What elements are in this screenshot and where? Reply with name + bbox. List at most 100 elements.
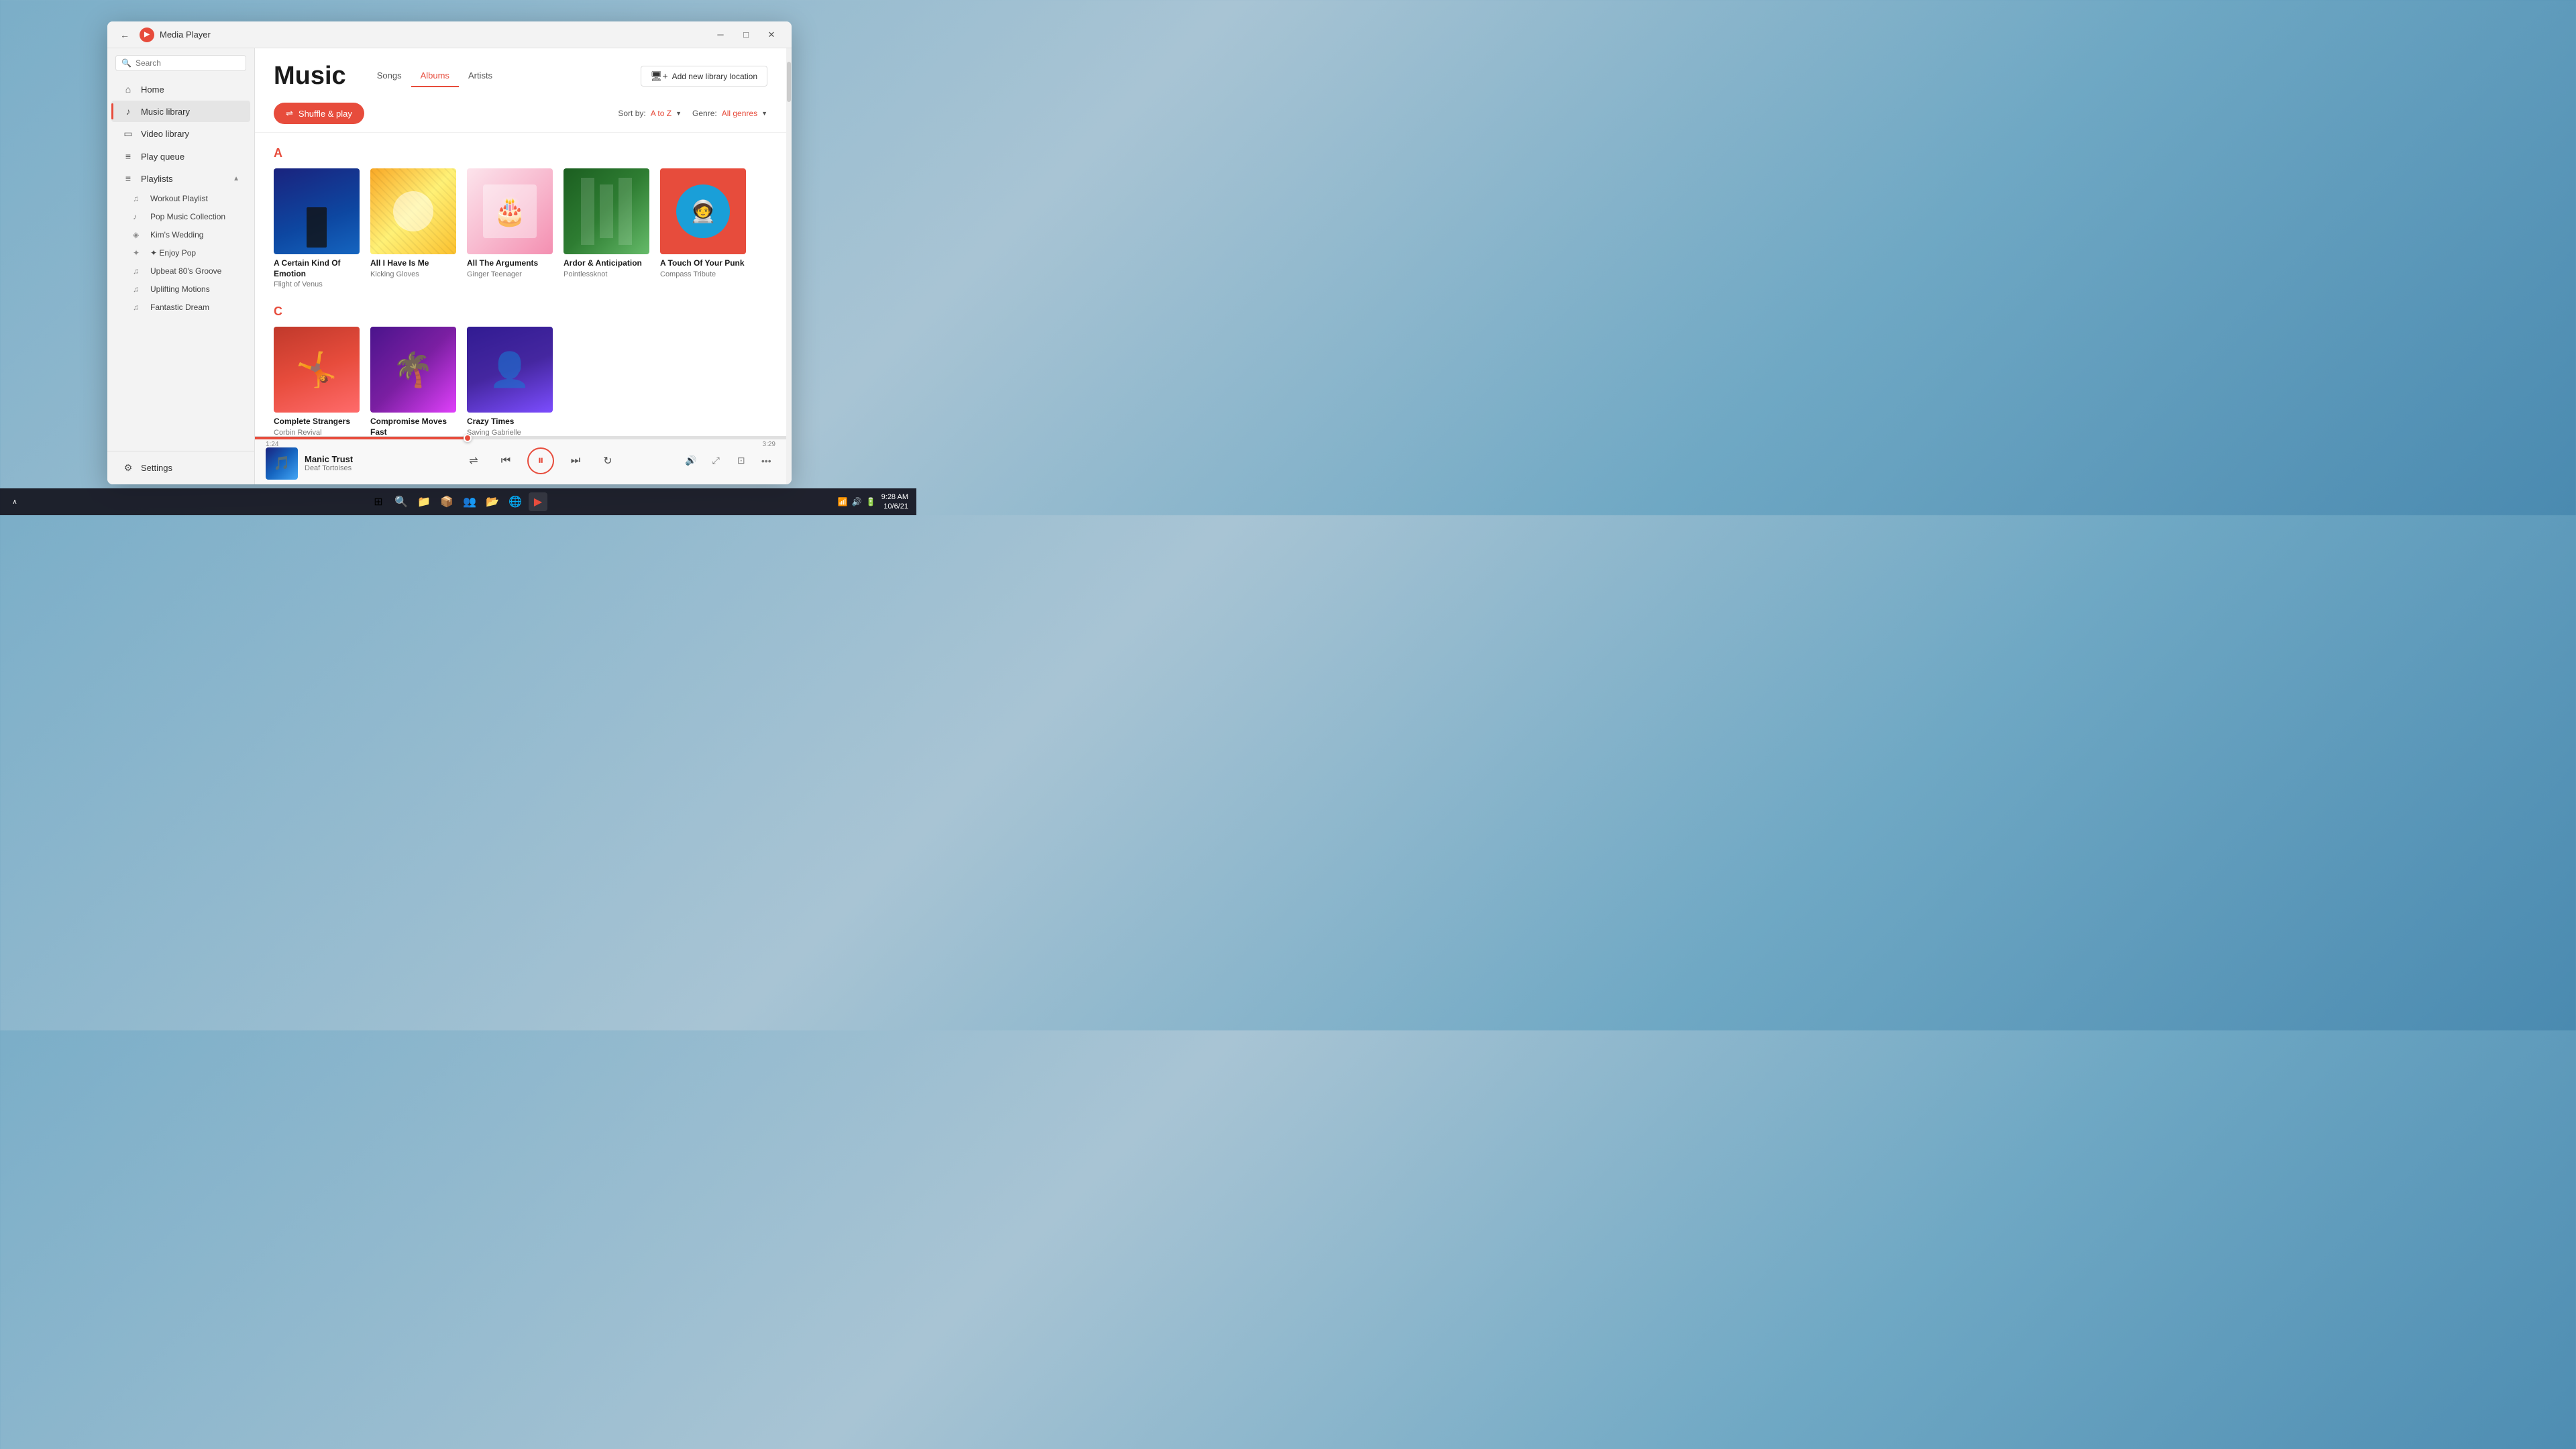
sort-by-selector[interactable]: Sort by: A to Z ▼ <box>618 109 682 118</box>
add-library-icon: 🖥+ <box>651 70 668 82</box>
album-all-i-have[interactable]: All I Have Is Me Kicking Gloves <box>370 168 456 288</box>
start-button[interactable]: ⊞ <box>369 492 388 511</box>
album-title-compromise: Compromise Moves Fast <box>370 417 456 436</box>
repeat-button[interactable]: ↻ <box>597 450 619 472</box>
album-artist-ardor: Pointlessknot <box>564 270 649 278</box>
taskbar-teams-icon: 👥 <box>463 495 476 508</box>
album-all-arguments[interactable]: 🎂 All The Arguments Ginger Teenager <box>467 168 553 288</box>
progress-thumb[interactable] <box>464 434 472 442</box>
taskbar-search-icon: 🔍 <box>394 495 408 508</box>
video-library-icon: ▭ <box>122 128 134 140</box>
sidebar-item-settings[interactable]: ⚙ Settings <box>115 457 246 479</box>
window-title: Media Player <box>160 30 708 40</box>
genre-chevron-icon: ▼ <box>761 110 767 117</box>
album-ardor[interactable]: Ardor & Anticipation Pointlessknot <box>564 168 649 288</box>
scrollbar-thumb[interactable] <box>787 62 791 102</box>
genre-selector[interactable]: Genre: All genres ▼ <box>692 109 767 118</box>
track-name: Manic Trust <box>305 454 353 464</box>
content-tabs: Songs Albums Artists <box>368 65 502 87</box>
taskbar-folder-button[interactable]: 📂 <box>483 492 502 511</box>
sort-genre-row: Sort by: A to Z ▼ Genre: All genres ▼ <box>618 109 767 118</box>
albums-area: A A Certain Kind Of Emotion Flight of Ve… <box>255 133 786 436</box>
workout-playlist-icon: ♫ <box>133 194 144 203</box>
album-info-ardor: Ardor & Anticipation Pointlessknot <box>564 258 649 278</box>
track-thumbnail: 🎵 <box>266 447 298 480</box>
sidebar-item-music-library[interactable]: ♪ Music library <box>111 101 250 122</box>
minimize-button[interactable]: ─ <box>708 25 733 44</box>
window-controls: ─ □ ✕ <box>708 25 784 44</box>
taskbar-folder-icon: 📂 <box>486 495 499 508</box>
upbeat-80s-icon: ♫ <box>133 266 144 276</box>
album-crazy-times[interactable]: 👤 Crazy Times Saving Gabrielle <box>467 327 553 436</box>
taskbar-edge-button[interactable]: 🌐 <box>506 492 525 511</box>
sidebar-item-uplifting[interactable]: ♫ Uplifting Motions <box>111 280 250 298</box>
music-library-icon: ♪ <box>122 106 134 117</box>
close-button[interactable]: ✕ <box>759 25 784 44</box>
more-button[interactable]: ••• <box>757 451 776 470</box>
playlists-icon: ≡ <box>122 173 134 184</box>
maximize-button[interactable]: □ <box>734 25 758 44</box>
playlists-chevron-icon: ▲ <box>233 175 239 182</box>
sidebar-item-playlists[interactable]: ≡ Playlists ▲ <box>111 168 250 189</box>
next-button[interactable]: ⏭ <box>565 450 586 472</box>
play-queue-label: Play queue <box>141 152 184 162</box>
taskbar-media-button[interactable]: ▶ <box>529 492 547 511</box>
pause-button[interactable]: ⏸ <box>527 447 554 474</box>
album-artist-complete-strangers: Corbin Revival <box>274 429 360 436</box>
taskbar-store-button[interactable]: 📦 <box>437 492 456 511</box>
tab-artists[interactable]: Artists <box>459 65 502 87</box>
sidebar-item-enjoy-pop[interactable]: ✦ ✦ Enjoy Pop <box>111 244 250 262</box>
back-button[interactable]: ← <box>115 25 134 44</box>
album-info-compromise: Compromise Moves Fast Pete Brown <box>370 417 456 436</box>
system-clock[interactable]: 9:28 AM 10/6/21 <box>881 492 908 512</box>
sidebar-item-home[interactable]: ⌂ Home <box>111 78 250 100</box>
album-complete-strangers[interactable]: 🤸 Complete Strangers Corbin Revival <box>274 327 360 436</box>
taskbar-chevron[interactable]: ∧ <box>5 492 24 511</box>
sound-icon: 🔊 <box>852 497 862 506</box>
volume-button[interactable]: 🔊 <box>682 451 700 470</box>
album-title-all-arguments: All The Arguments <box>467 258 553 269</box>
previous-button[interactable]: ⏮ <box>495 450 517 472</box>
search-input[interactable] <box>136 58 240 68</box>
taskbar-teams-button[interactable]: 👥 <box>460 492 479 511</box>
tab-albums[interactable]: Albums <box>411 65 459 87</box>
add-library-label: Add new library location <box>672 72 757 81</box>
sidebar-item-play-queue[interactable]: ≡ Play queue <box>111 146 250 167</box>
tab-songs[interactable]: Songs <box>368 65 411 87</box>
settings-label: Settings <box>141 463 172 473</box>
album-artist-all-i-have: Kicking Gloves <box>370 270 456 278</box>
search-box[interactable]: 🔍 <box>115 55 246 71</box>
sidebar-item-video-library[interactable]: ▭ Video library <box>111 123 250 145</box>
chevron-up-icon: ∧ <box>12 498 17 506</box>
fantastic-icon: ♫ <box>133 303 144 312</box>
album-title-complete-strangers: Complete Strangers <box>274 417 360 427</box>
shuffle-icon: ⇌ <box>286 108 293 119</box>
album-touch-punk[interactable]: 🧑‍🚀 A Touch Of Your Punk Compass Tribute <box>660 168 746 288</box>
content-header: Music Songs Albums Artists 🖥+ Add new li… <box>255 48 786 93</box>
taskbar-media-icon: ▶ <box>534 495 542 508</box>
miniplayer-button[interactable]: ⊡ <box>732 451 751 470</box>
sidebar-item-kims-wedding[interactable]: ◈ Kim's Wedding <box>111 226 250 244</box>
albums-grid-c: 🤸 Complete Strangers Corbin Revival 🌴 Co… <box>274 327 767 436</box>
window-scrollbar[interactable] <box>786 48 792 484</box>
sort-chevron-icon: ▼ <box>676 110 682 117</box>
album-compromise[interactable]: 🌴 Compromise Moves Fast Pete Brown <box>370 327 456 436</box>
taskbar-search-button[interactable]: 🔍 <box>392 492 411 511</box>
sidebar-item-pop-music[interactable]: ♪ Pop Music Collection <box>111 208 250 225</box>
shuffle-button[interactable]: ⇌ <box>463 450 484 472</box>
sidebar-item-workout[interactable]: ♫ Workout Playlist <box>111 190 250 207</box>
taskbar-files-button[interactable]: 📁 <box>415 492 433 511</box>
album-cover-touch-punk: 🧑‍🚀 <box>660 168 746 254</box>
track-info: Manic Trust Deaf Tortoises <box>305 454 353 472</box>
album-cover-certain-kind <box>274 168 360 254</box>
album-certain-kind[interactable]: A Certain Kind Of Emotion Flight of Venu… <box>274 168 360 288</box>
sidebar-item-upbeat-80s[interactable]: ♫ Upbeat 80's Groove <box>111 262 250 280</box>
sidebar: 🔍 ⌂ Home ♪ Music library ▭ Video library <box>107 48 255 484</box>
progress-bar[interactable] <box>255 437 786 439</box>
expand-button[interactable]: ⤢ <box>707 451 726 470</box>
shuffle-play-button[interactable]: ⇌ Shuffle & play <box>274 103 364 124</box>
extra-controls: 🔊 ⤢ ⊡ ••• <box>682 451 775 470</box>
sidebar-item-fantastic[interactable]: ♫ Fantastic Dream <box>111 299 250 316</box>
add-library-button[interactable]: 🖥+ Add new library location <box>641 66 767 87</box>
sort-value: A to Z <box>651 109 672 118</box>
